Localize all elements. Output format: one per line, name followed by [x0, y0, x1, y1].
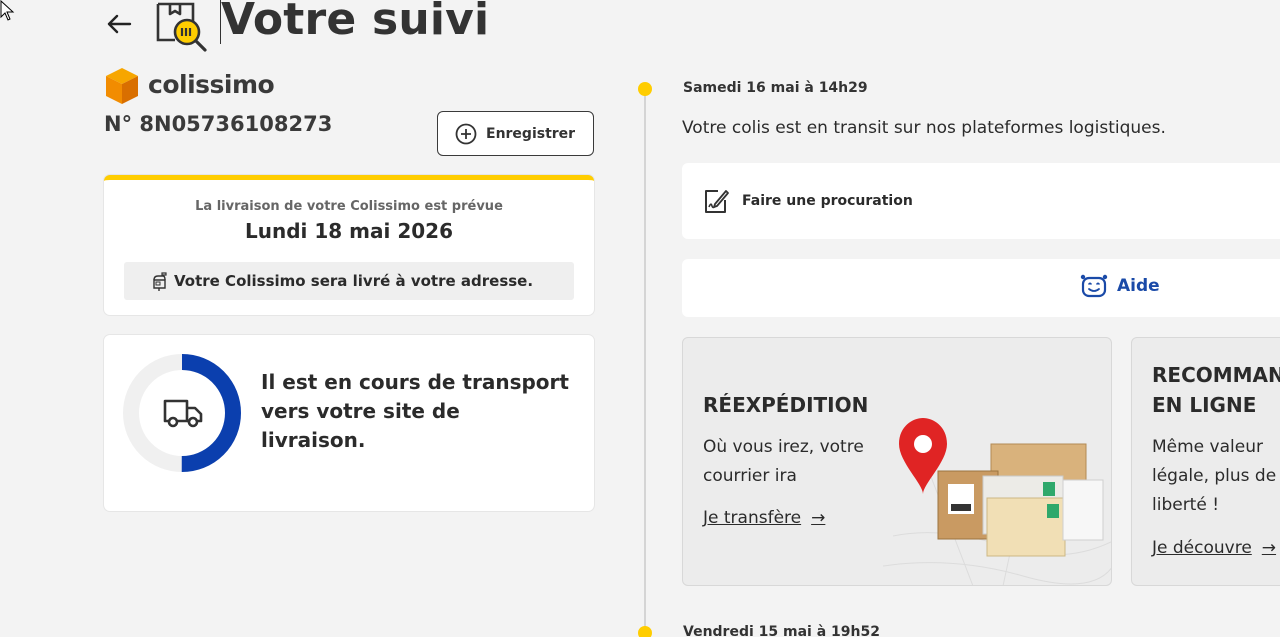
help-robot-icon: [1080, 274, 1108, 298]
proxy-button[interactable]: Faire une procuration: [682, 163, 1280, 239]
plus-circle-icon: [455, 123, 477, 144]
discover-link[interactable]: Je découvre →: [1152, 538, 1276, 558]
mail-parcels-illustration: [883, 418, 1111, 585]
delivery-estimate-card: La livraison de votre Colissimo est prév…: [104, 175, 594, 315]
proxy-button-label: Faire une procuration: [742, 193, 913, 209]
help-button-label: Aide: [1117, 276, 1160, 296]
save-button-label: Enregistrer: [486, 125, 576, 142]
promo-description: Même valeur légale, plus de liberté !: [1152, 437, 1277, 515]
arrow-left-icon: [107, 14, 132, 34]
timeline-date: Samedi 16 mai à 14h29: [683, 80, 868, 96]
help-button[interactable]: Aide: [682, 259, 1280, 317]
save-button[interactable]: Enregistrer: [437, 111, 594, 156]
timeline-date: Vendredi 15 mai à 19h52: [683, 624, 880, 637]
timeline-dot: [638, 626, 652, 637]
transfer-link[interactable]: Je transfère →: [703, 508, 825, 528]
mailbox-icon: [153, 272, 167, 291]
discover-link-label: Je découvre: [1152, 538, 1252, 558]
promo-title: RÉEXPÉDITION: [703, 393, 869, 417]
promo-title-line: EN LIGNE: [1152, 393, 1257, 417]
tracking-page: Votre suivi colissimo N° 8N05736108273 E…: [0, 0, 1280, 637]
sign-document-icon: [705, 190, 729, 213]
promo-card-recommande[interactable]: RECOMMANDÉ EN LIGNE Même valeur légale, …: [1131, 337, 1280, 586]
delivery-note: Votre Colissimo sera livré à votre adres…: [124, 262, 574, 300]
timeline-message: Votre colis est en transit sur nos plate…: [682, 118, 1166, 138]
transfer-link-label: Je transfère: [703, 508, 802, 528]
promo-description: Où vous irez, votre courrier ira: [703, 437, 864, 486]
arrow-right-icon: →: [811, 508, 826, 528]
tracking-number: N° 8N05736108273: [104, 112, 333, 136]
delivery-date: Lundi 18 mai 2026: [245, 219, 453, 243]
status-card: Il est en cours de transport vers votre …: [104, 335, 594, 511]
timeline-dot: [638, 82, 652, 96]
colissimo-logo-icon: [106, 68, 138, 104]
back-button[interactable]: [104, 10, 134, 38]
promo-card-reexpedition[interactable]: RÉEXPÉDITION Où vous irez, votre courrie…: [682, 337, 1112, 586]
promo-title: RECOMMANDÉ EN LIGNE: [1152, 360, 1280, 420]
arrow-right-icon: →: [1261, 538, 1277, 558]
truck-icon: [163, 399, 203, 428]
status-text: Il est en cours de transport vers votre …: [261, 370, 569, 452]
mouse-cursor-icon: [0, 0, 15, 21]
page-title: Votre suivi: [221, 0, 490, 45]
timeline-line: [644, 90, 646, 637]
promo-title-line: RECOMMANDÉ: [1152, 363, 1280, 387]
delivery-note-text: Votre Colissimo sera livré à votre adres…: [174, 272, 534, 290]
delivery-label: La livraison de votre Colissimo est prév…: [195, 199, 503, 214]
brand-name: colissimo: [148, 70, 275, 99]
parcel-search-icon: [156, 2, 207, 52]
